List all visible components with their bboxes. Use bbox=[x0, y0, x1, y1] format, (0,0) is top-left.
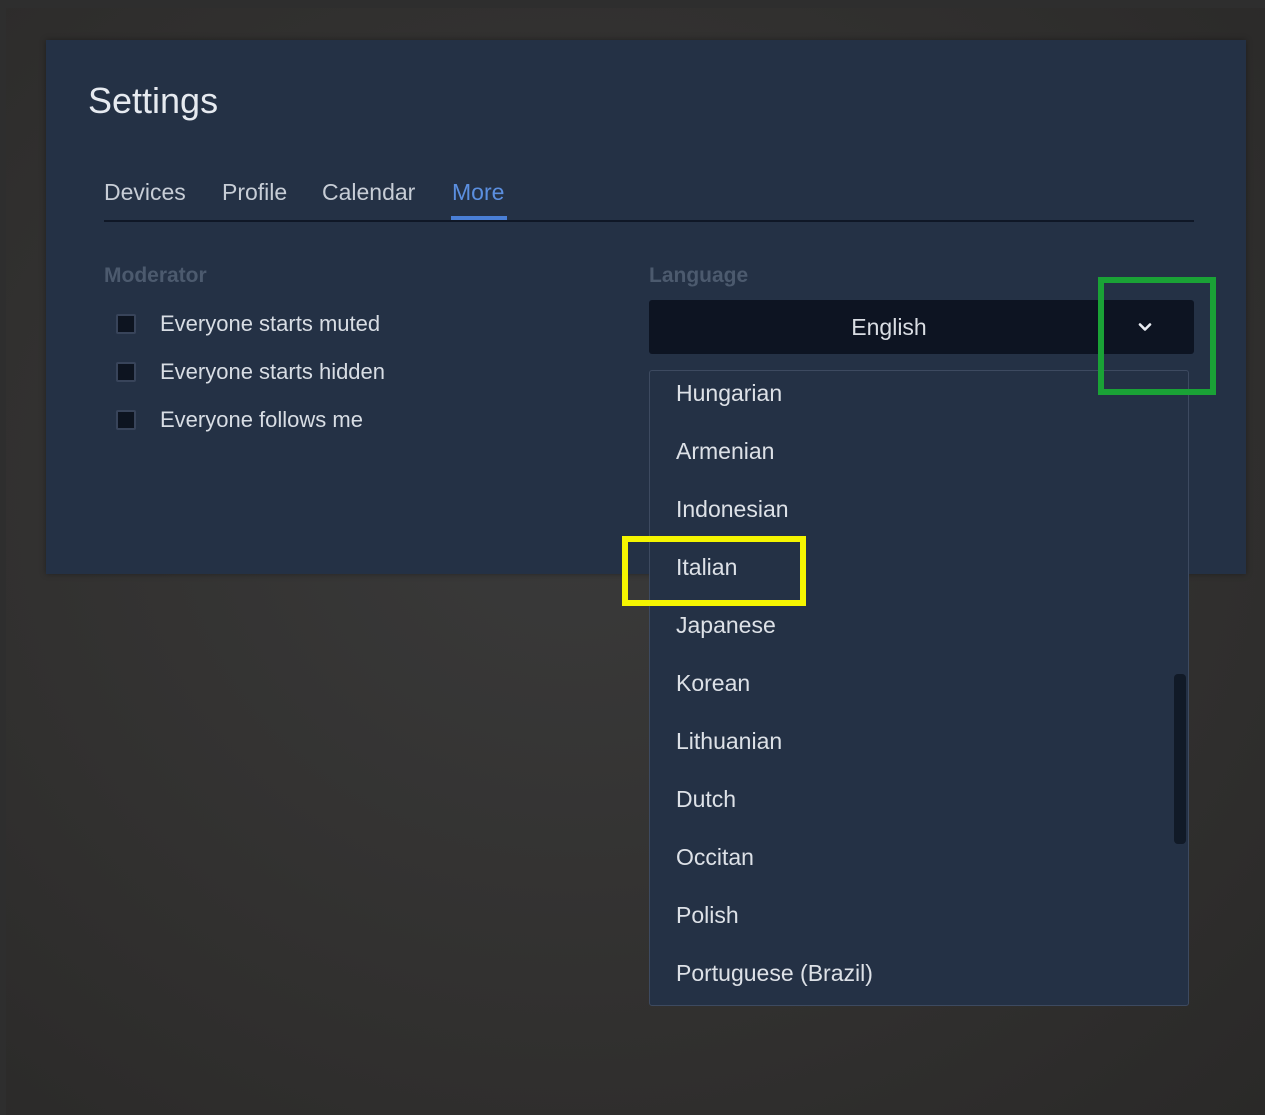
moderator-section-label: Moderator bbox=[104, 264, 207, 287]
language-option-japanese[interactable]: Japanese bbox=[676, 610, 776, 640]
checkbox-label[interactable]: Everyone follows me bbox=[160, 407, 363, 433]
language-option-polish[interactable]: Polish bbox=[676, 900, 739, 930]
checkbox-everyone-starts-muted[interactable] bbox=[116, 314, 136, 334]
checkbox-label[interactable]: Everyone starts hidden bbox=[160, 359, 385, 385]
checkbox-label[interactable]: Everyone starts muted bbox=[160, 311, 380, 337]
chevron-down-icon[interactable] bbox=[1138, 320, 1152, 334]
language-option-korean[interactable]: Korean bbox=[676, 668, 750, 698]
checkbox-everyone-starts-hidden[interactable] bbox=[116, 362, 136, 382]
active-tab-indicator bbox=[451, 216, 507, 220]
language-option-occitan[interactable]: Occitan bbox=[676, 842, 754, 872]
language-option-hungarian[interactable]: Hungarian bbox=[676, 378, 782, 408]
checkbox-everyone-follows-me[interactable] bbox=[116, 410, 136, 430]
language-section-label: Language bbox=[649, 264, 749, 287]
language-option-indonesian[interactable]: Indonesian bbox=[676, 494, 789, 524]
language-dropdown-list: Hungarian Armenian Indonesian Italian Ja… bbox=[649, 370, 1189, 1006]
option-everyone-follows-me: Everyone follows me bbox=[116, 404, 363, 436]
language-option-lithuanian[interactable]: Lithuanian bbox=[676, 726, 782, 756]
language-selected-value[interactable]: English bbox=[649, 300, 1129, 354]
settings-tabs: Devices Profile Calendar More bbox=[104, 176, 1194, 222]
option-everyone-starts-muted: Everyone starts muted bbox=[116, 308, 380, 340]
tab-more[interactable]: More bbox=[452, 176, 504, 208]
language-select[interactable]: English bbox=[649, 300, 1194, 354]
language-option-portuguese-brazil[interactable]: Portuguese (Brazil) bbox=[676, 958, 873, 988]
language-option-dutch[interactable]: Dutch bbox=[676, 784, 736, 814]
language-option-armenian[interactable]: Armenian bbox=[676, 436, 774, 466]
tab-profile[interactable]: Profile bbox=[222, 176, 287, 208]
tab-calendar[interactable]: Calendar bbox=[322, 176, 415, 208]
language-option-italian[interactable]: Italian bbox=[676, 552, 737, 582]
tab-devices[interactable]: Devices bbox=[104, 176, 186, 208]
option-everyone-starts-hidden: Everyone starts hidden bbox=[116, 356, 385, 388]
dropdown-scrollbar-thumb[interactable] bbox=[1174, 674, 1186, 844]
page-title: Settings bbox=[88, 80, 219, 121]
